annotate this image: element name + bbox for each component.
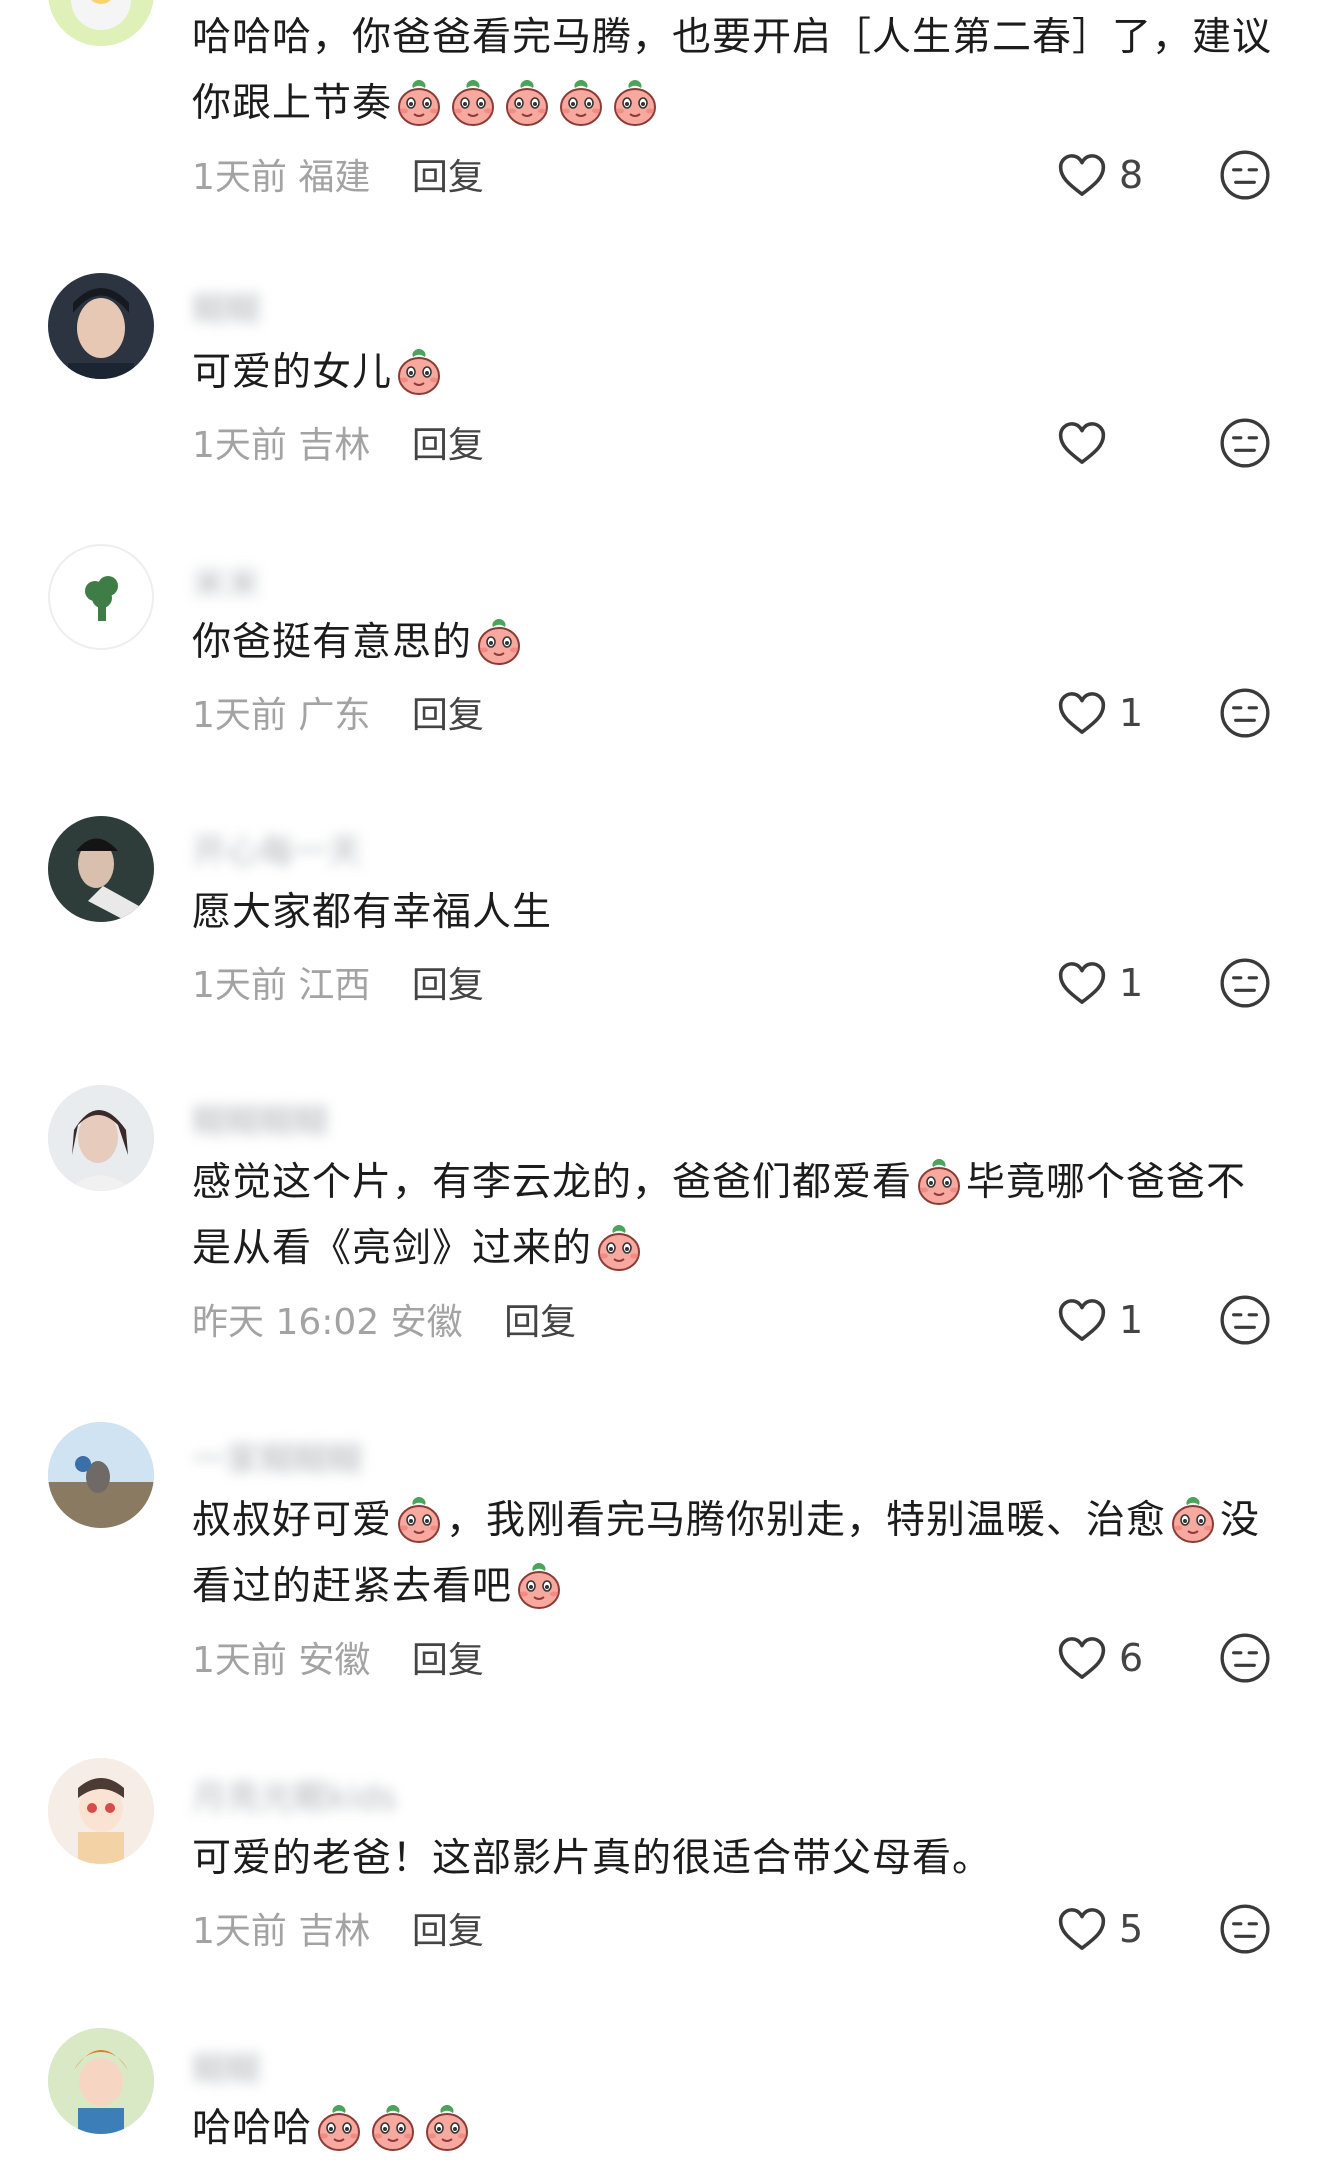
neutral-face-icon[interactable] <box>1218 148 1272 202</box>
like-count: 1 <box>1119 1298 1144 1342</box>
username[interactable]: 开心每一天 <box>192 824 362 873</box>
avatar[interactable] <box>48 816 154 922</box>
comment-meta: 昨天 16:02 安徽 回复 <box>192 1293 576 1345</box>
comment-text: 可爱的女儿 <box>192 340 1272 406</box>
comment-meta: 1天前 安徽 回复 <box>192 1631 484 1683</box>
reply-button[interactable]: 回复 <box>412 695 484 736</box>
like-count: 1 <box>1119 961 1144 1005</box>
shy-emoji <box>1167 1493 1219 1545</box>
heart-outline-icon <box>1055 1902 1109 1956</box>
comment-time: 1天前 <box>192 157 287 198</box>
kiss-emoji <box>513 1559 565 1611</box>
avatar[interactable] <box>48 0 154 46</box>
comment-location: 广东 <box>298 695 371 736</box>
peach-face-emoji <box>393 1493 445 1545</box>
like-button[interactable]: 1 <box>1055 956 1143 1010</box>
reply-button[interactable]: 回复 <box>504 1302 576 1343</box>
comment-location: 吉林 <box>298 425 371 466</box>
username[interactable]: 米米 <box>192 556 260 605</box>
comment-time: 1天前 <box>192 425 287 466</box>
comment-location: 安徽 <box>390 1302 463 1343</box>
peach-face-emoji <box>313 2101 365 2153</box>
comment-text: 感觉这个片，有李云龙的，爸爸们都爱看 毕竟哪个爸爸不是从看《亮剑》过来的 <box>192 1150 1272 1282</box>
comment-meta: 1天前 江西 回复 <box>192 956 484 1008</box>
comment-text: 可爱的老爸！这部影片真的很适合带父母看。 <box>192 1836 993 1881</box>
comment-meta: 1天前 福建 回复 <box>192 148 484 200</box>
like-count: 1 <box>1119 691 1144 735</box>
comment-text: 你爸挺有意思的 <box>192 610 1272 676</box>
comment-meta: 1天前 广东 回复 <box>192 686 484 738</box>
avatar[interactable] <box>48 1758 154 1864</box>
peach-face-emoji <box>393 76 445 128</box>
like-button[interactable]: 8 <box>1055 148 1143 202</box>
comment-text: 叔叔好可爱 ，我刚看完马腾你别走，特别温暖、治愈 没看过的赶紧去看吧 <box>192 1488 1272 1620</box>
like-button[interactable]: 5 <box>1055 1902 1143 1956</box>
username[interactable]: 月亮光眠kids <box>192 1770 396 1819</box>
username[interactable]: 一家糊糊糊 <box>192 1432 362 1481</box>
heart-outline-icon <box>1055 1293 1109 1347</box>
comment-time: 1天前 <box>192 695 287 736</box>
neutral-face-icon[interactable] <box>1218 1902 1272 1956</box>
comment-location: 安徽 <box>298 1640 371 1681</box>
reply-button[interactable]: 回复 <box>412 1640 484 1681</box>
peach-face-emoji <box>421 2101 473 2153</box>
like-button[interactable]: 6 <box>1055 1631 1143 1685</box>
peach-face-emoji <box>393 345 445 397</box>
heart-outline-icon <box>1055 148 1109 202</box>
username[interactable]: 糊糊 <box>192 282 260 331</box>
neutral-face-icon[interactable] <box>1218 1293 1272 1347</box>
neutral-face-icon[interactable] <box>1218 1631 1272 1685</box>
comment-location: 吉林 <box>298 1911 371 1952</box>
crying-emoji <box>913 1155 965 1207</box>
neutral-face-icon[interactable] <box>1218 416 1272 470</box>
like-button[interactable]: 1 <box>1055 686 1143 740</box>
peach-face-emoji <box>473 615 525 667</box>
avatar[interactable] <box>48 2028 154 2134</box>
comment-text: 愿大家都有幸福人生 <box>192 890 553 935</box>
reply-button[interactable]: 回复 <box>412 425 484 466</box>
neutral-face-icon[interactable] <box>1218 686 1272 740</box>
comment-time: 1天前 <box>192 965 287 1006</box>
peach-face-emoji <box>593 1221 645 1273</box>
like-button[interactable]: 1 <box>1055 1293 1143 1347</box>
like-count: 6 <box>1119 1636 1144 1680</box>
avatar[interactable] <box>48 273 154 379</box>
peach-face-emoji <box>501 76 553 128</box>
heart-outline-icon <box>1055 416 1109 470</box>
peach-face-emoji <box>447 76 499 128</box>
like-button[interactable] <box>1055 416 1119 470</box>
like-count: 8 <box>1119 153 1144 197</box>
heart-outline-icon <box>1055 1631 1109 1685</box>
avatar[interactable] <box>48 544 154 650</box>
peach-face-emoji <box>609 76 661 128</box>
reply-button[interactable]: 回复 <box>412 1911 484 1952</box>
peach-face-emoji <box>555 76 607 128</box>
reply-button[interactable]: 回复 <box>412 157 484 198</box>
comment-time: 1天前 <box>192 1911 287 1952</box>
comment-location: 江西 <box>298 965 371 1006</box>
peach-face-emoji <box>367 2101 419 2153</box>
like-count: 5 <box>1119 1907 1144 1951</box>
comment-meta: 1天前 吉林 回复 <box>192 1902 484 1954</box>
neutral-face-icon[interactable] <box>1218 956 1272 1010</box>
avatar[interactable] <box>48 1422 154 1528</box>
heart-outline-icon <box>1055 956 1109 1010</box>
avatar[interactable] <box>48 1085 154 1191</box>
comment-text: 哈哈哈，你爸爸看完马腾，也要开启［人生第二春］了，建议你跟上节奏 <box>192 15 1273 128</box>
username[interactable]: 糊糊糊糊 <box>192 1094 328 1143</box>
comment-time: 昨天 16:02 <box>192 1302 380 1343</box>
comment-meta: 1天前 吉林 回复 <box>192 416 484 468</box>
heart-outline-icon <box>1055 686 1109 740</box>
username[interactable]: 糊糊 <box>192 2042 260 2091</box>
comment-location: 福建 <box>298 157 371 198</box>
reply-button[interactable]: 回复 <box>412 965 484 1006</box>
comment-text: 哈哈哈 <box>192 2096 1272 2162</box>
comment-time: 1天前 <box>192 1640 287 1681</box>
